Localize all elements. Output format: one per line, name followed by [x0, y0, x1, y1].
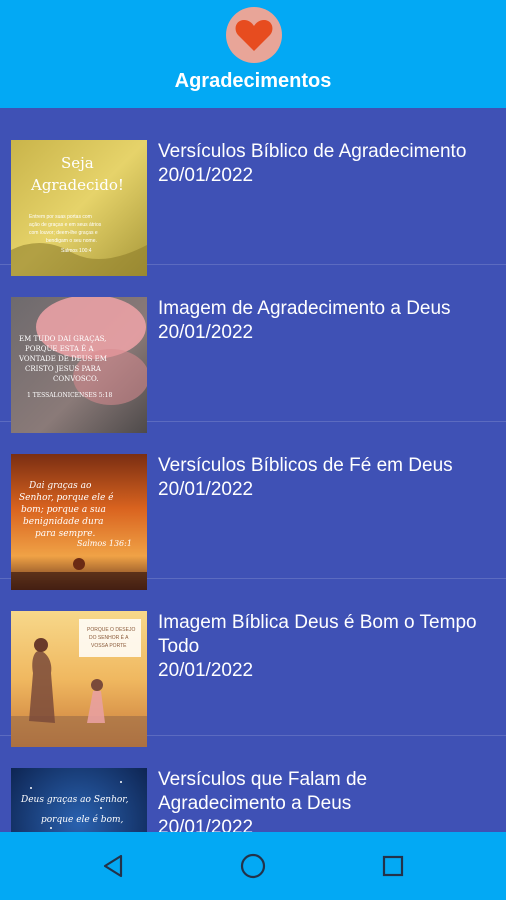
- item-text[interactable]: Versículos Bíblico de Agradecimento 20/0…: [158, 140, 493, 188]
- item-title: Versículos Bíblico de Agradecimento: [158, 141, 467, 162]
- thumb-text: PORQUE ESTA É A: [25, 344, 94, 353]
- item-date: 20/01/2022: [158, 660, 254, 681]
- list-item[interactable]: PORQUE O DESEJO DO SENHOR É A VOSSA PORT…: [0, 579, 506, 747]
- thumb-text: porque ele é bom,: [41, 814, 124, 825]
- thumb-text: CONVOSCO.: [53, 375, 99, 383]
- post-thumbnail[interactable]: Dai graças ao Senhor, porque ele é bom; …: [11, 454, 147, 590]
- thumb-text: DO SENHOR É A: [89, 634, 129, 641]
- back-button[interactable]: [93, 846, 133, 886]
- item-title: Versículos que Falam de Agradecimento a …: [158, 769, 368, 814]
- thumb-text: Seja: [61, 154, 94, 172]
- item-text[interactable]: Versículos que Falam de Agradecimento a …: [158, 768, 493, 832]
- post-thumbnail[interactable]: Deus graças ao Senhor, porque ele é bom,: [11, 768, 147, 832]
- item-date: 20/01/2022: [158, 817, 254, 832]
- list-item[interactable]: Seja Agradecido! Entrem por suas portas …: [0, 108, 506, 276]
- thumb-text: com louvor; deem-lhe graças e: [29, 230, 98, 236]
- list-item[interactable]: EM TUDO DAI GRAÇAS, PORQUE ESTA É A VONT…: [0, 265, 506, 433]
- thumb-text: bom; porque a sua: [21, 505, 106, 515]
- thumb-text: Dai graças ao: [28, 481, 92, 491]
- thumb-text: Deus graças ao Senhor,: [20, 795, 129, 805]
- item-date: 20/01/2022: [158, 322, 254, 343]
- item-title: Imagem Bíblica Deus é Bom o Tempo Todo: [158, 612, 477, 657]
- thumb-text: CRISTO JESUS PARA: [25, 365, 102, 373]
- recents-button[interactable]: [373, 846, 413, 886]
- thumb-text: Entrem por suas portas com: [29, 214, 92, 220]
- app-header: Agradecimentos: [0, 0, 506, 108]
- item-title: Versículos Bíblicos de Fé em Deus: [158, 455, 453, 476]
- post-thumbnail[interactable]: PORQUE O DESEJO DO SENHOR É A VOSSA PORT…: [11, 611, 147, 747]
- back-triangle-icon: [103, 854, 123, 878]
- post-list[interactable]: Seja Agradecido! Entrem por suas portas …: [0, 108, 506, 832]
- heart-icon: [235, 20, 273, 51]
- thumb-text: VOSSA PORTE: [91, 643, 127, 649]
- home-button[interactable]: [233, 846, 273, 886]
- thumb-text: VONTADE DE DEUS EM: [18, 355, 107, 363]
- thumb-text: Salmos 136:1: [77, 539, 132, 548]
- item-date: 20/01/2022: [158, 165, 254, 186]
- item-text[interactable]: Imagem Bíblica Deus é Bom o Tempo Todo 2…: [158, 611, 493, 683]
- page-title: Agradecimentos: [174, 70, 332, 92]
- item-text[interactable]: Imagem de Agradecimento a Deus 20/01/202…: [158, 297, 493, 345]
- list-item[interactable]: Dai graças ao Senhor, porque ele é bom; …: [0, 422, 506, 590]
- home-circle-icon: [240, 853, 266, 879]
- thumb-text: benignidade dura: [23, 517, 104, 527]
- item-date: 20/01/2022: [158, 479, 254, 500]
- post-thumbnail[interactable]: Seja Agradecido! Entrem por suas portas …: [11, 140, 147, 276]
- system-navigation-bar: [0, 832, 506, 900]
- recents-square-icon: [382, 855, 404, 877]
- thumb-text: ação de graças e em seus átrios: [29, 222, 102, 228]
- post-thumbnail[interactable]: EM TUDO DAI GRAÇAS, PORQUE ESTA É A VONT…: [11, 297, 147, 433]
- thumb-text: bendigam o seu nome.: [46, 238, 97, 244]
- thumb-text: para sempre.: [35, 529, 96, 539]
- thumb-text: Salmos 100:4: [61, 248, 92, 254]
- thumb-text: Agradecido!: [30, 176, 124, 194]
- thumb-text: EM TUDO DAI GRAÇAS,: [19, 335, 106, 343]
- thumb-text: PORQUE O DESEJO: [87, 627, 135, 633]
- item-text[interactable]: Versículos Bíblicos de Fé em Deus 20/01/…: [158, 454, 493, 502]
- thumb-text: Senhor, porque ele é: [19, 492, 114, 503]
- thumb-text: 1 TESSALONICENSES 5:18: [27, 392, 112, 399]
- app-logo: [226, 7, 282, 63]
- list-item[interactable]: Deus graças ao Senhor, porque ele é bom,…: [0, 736, 506, 832]
- item-title: Imagem de Agradecimento a Deus: [158, 298, 451, 319]
